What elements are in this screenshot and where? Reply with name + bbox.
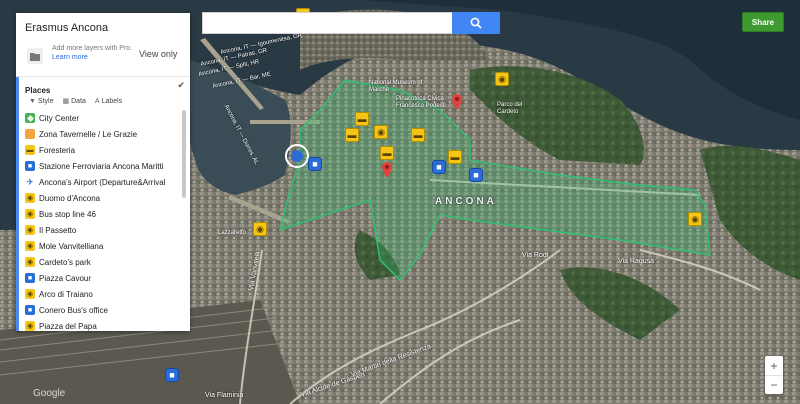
map-pin-icon[interactable] xyxy=(382,162,392,178)
data-tool[interactable]: ▦ Data xyxy=(63,95,86,107)
list-item-label: Duomo d'Ancona xyxy=(39,193,101,203)
camera-icon: ◉ xyxy=(25,241,35,251)
camera-icon: ◉ xyxy=(25,209,35,219)
zoom-out-button[interactable]: − xyxy=(765,375,783,394)
list-item[interactable]: City Center xyxy=(25,110,185,126)
share-button[interactable]: Share xyxy=(742,12,784,32)
polygon-icon xyxy=(25,129,35,139)
map-label-via-ragusa: Via Ragusa xyxy=(618,258,655,265)
list-item[interactable]: ✈ Ancona's Airport (Departure&Arrival xyxy=(25,174,185,190)
camera-icon: ◉ xyxy=(25,257,35,267)
camera-icon: ◉ xyxy=(25,289,35,299)
list-item-label: Stazione Ferroviaria Ancona Maritti xyxy=(39,161,164,171)
camera-icon: ◉ xyxy=(25,225,35,235)
list-item-label: Piazza del Papa xyxy=(39,321,97,331)
view-only-label: View only xyxy=(139,49,178,59)
camera-icon: ◉ xyxy=(25,193,35,203)
search-icon xyxy=(470,17,482,29)
pro-promo-row: Add more layers with Pro. Learn more Vie… xyxy=(16,43,190,77)
learn-more-link[interactable]: Learn more xyxy=(52,53,132,62)
bus-icon: ■ xyxy=(25,273,35,283)
search-button[interactable] xyxy=(452,12,500,34)
camera-icon: ◉ xyxy=(25,321,35,331)
map-legend-panel: Erasmus Ancona Add more layers with Pro.… xyxy=(16,13,190,331)
zoom-in-button[interactable]: + xyxy=(765,356,783,375)
pro-promo-message: Add more layers with Pro. xyxy=(52,45,133,52)
places-list: City Center Zona Tavernelle / Le Grazie … xyxy=(25,110,185,334)
map-label-via-rodi: Via Rodi xyxy=(522,252,549,259)
list-item[interactable]: ◉ Mole Vanvitelliana xyxy=(25,238,185,254)
map-city-label: ANCONA xyxy=(435,196,497,207)
map-marker-bed[interactable]: ▬ xyxy=(448,150,462,164)
pro-promo-text: Add more layers with Pro. Learn more xyxy=(52,44,132,62)
map-marker-bus[interactable]: ■ xyxy=(308,157,322,171)
list-item-label: Il Passetto xyxy=(39,225,77,235)
map-title[interactable]: Erasmus Ancona xyxy=(25,22,108,34)
labels-tool-label: Labels xyxy=(101,97,123,105)
bed-icon: ▬ xyxy=(25,145,35,155)
style-tool-label: Style xyxy=(37,97,54,105)
map-marker-bus[interactable]: ■ xyxy=(432,160,446,174)
map-marker-bed[interactable]: ▬ xyxy=(345,128,359,142)
add-layer-icon xyxy=(27,48,43,64)
list-item[interactable]: ▬ Foresteria xyxy=(25,142,185,158)
paint-bucket-icon: ▼ xyxy=(29,97,36,105)
map-marker-bed[interactable]: ▬ xyxy=(380,146,394,160)
layer-name[interactable]: Places xyxy=(25,86,50,95)
data-tool-label: Data xyxy=(71,97,86,105)
zoom-control: + − xyxy=(765,356,783,394)
map-marker-bed[interactable]: ▬ xyxy=(411,128,425,142)
map-marker-bed[interactable]: ▬ xyxy=(355,112,369,126)
list-item-label: Zona Tavernelle / Le Grazie xyxy=(39,129,138,139)
list-item-label: Ancona's Airport (Departure&Arrival xyxy=(39,177,166,187)
list-item-label: Arco di Traiano xyxy=(39,289,93,299)
label-icon: A xyxy=(94,97,100,105)
list-item[interactable]: ■ Piazza Cavour xyxy=(25,270,185,286)
map-label-museum: National Museum of Marche xyxy=(369,80,423,93)
list-item[interactable]: ◉ Il Passetto xyxy=(25,222,185,238)
list-item[interactable]: Zona Tavernelle / Le Grazie xyxy=(25,126,185,142)
search-input[interactable] xyxy=(202,12,452,34)
map-pin-icon[interactable] xyxy=(452,94,462,110)
layer-header: Places ✔ xyxy=(25,80,185,95)
search-bar xyxy=(202,12,500,34)
map-marker-camera[interactable]: ◉ xyxy=(253,222,267,236)
list-item[interactable]: ◉ Piazza del Papa xyxy=(25,318,185,334)
airplane-icon: ✈ xyxy=(26,176,34,187)
list-item-label: Conero Bus's office xyxy=(39,305,108,315)
layer-tools: ▼ Style ▦ Data A Labels xyxy=(29,95,122,107)
layer-places: Places ✔ ▼ Style ▦ Data A Labels City Ce… xyxy=(16,77,190,331)
list-item-label: Mole Vanvitelliana xyxy=(39,241,104,251)
list-item-label: Piazza Cavour xyxy=(39,273,92,283)
google-logo: Google xyxy=(33,388,66,399)
map-marker-camera[interactable]: ◉ xyxy=(688,212,702,226)
list-item-label: Bus stop line 46 xyxy=(39,209,96,219)
list-item-label: Foresteria xyxy=(39,145,76,155)
map-label-lazzaretto: Lazzaretto xyxy=(218,230,247,236)
map-label-via-flaminia: Via Flaminia xyxy=(205,392,244,399)
labels-tool[interactable]: A Labels xyxy=(95,95,122,107)
polygon-icon xyxy=(25,113,35,123)
table-icon: ▦ xyxy=(62,98,70,105)
list-item-label: Cardeto's park xyxy=(39,257,91,267)
checkbox-checked-icon[interactable]: ✔ xyxy=(177,80,185,91)
bus-icon: ■ xyxy=(25,305,35,315)
list-item[interactable]: ■ Stazione Ferroviaria Ancona Maritti xyxy=(25,158,185,174)
list-item[interactable]: ◉ Duomo d'Ancona xyxy=(25,190,185,206)
map-marker-camera[interactable]: ◉ xyxy=(495,72,509,86)
map-label-park: Parco del Cardeto xyxy=(497,102,523,115)
map-marker-camera[interactable]: ◉ xyxy=(374,125,388,139)
style-tool[interactable]: ▼ Style xyxy=(29,95,54,107)
folder-icon xyxy=(30,52,40,61)
list-item[interactable]: ◉ Cardeto's park xyxy=(25,254,185,270)
list-item[interactable]: ◉ Bus stop line 46 xyxy=(25,206,185,222)
list-scrollbar[interactable] xyxy=(182,110,186,198)
map-marker-train[interactable]: ■ xyxy=(165,368,179,382)
list-item[interactable]: ■ Conero Bus's office xyxy=(25,302,185,318)
map-marker-bus[interactable]: ■ xyxy=(469,168,483,182)
list-item[interactable]: ◉ Arco di Traiano xyxy=(25,286,185,302)
train-icon: ■ xyxy=(25,161,35,171)
list-item-label: City Center xyxy=(39,113,80,123)
